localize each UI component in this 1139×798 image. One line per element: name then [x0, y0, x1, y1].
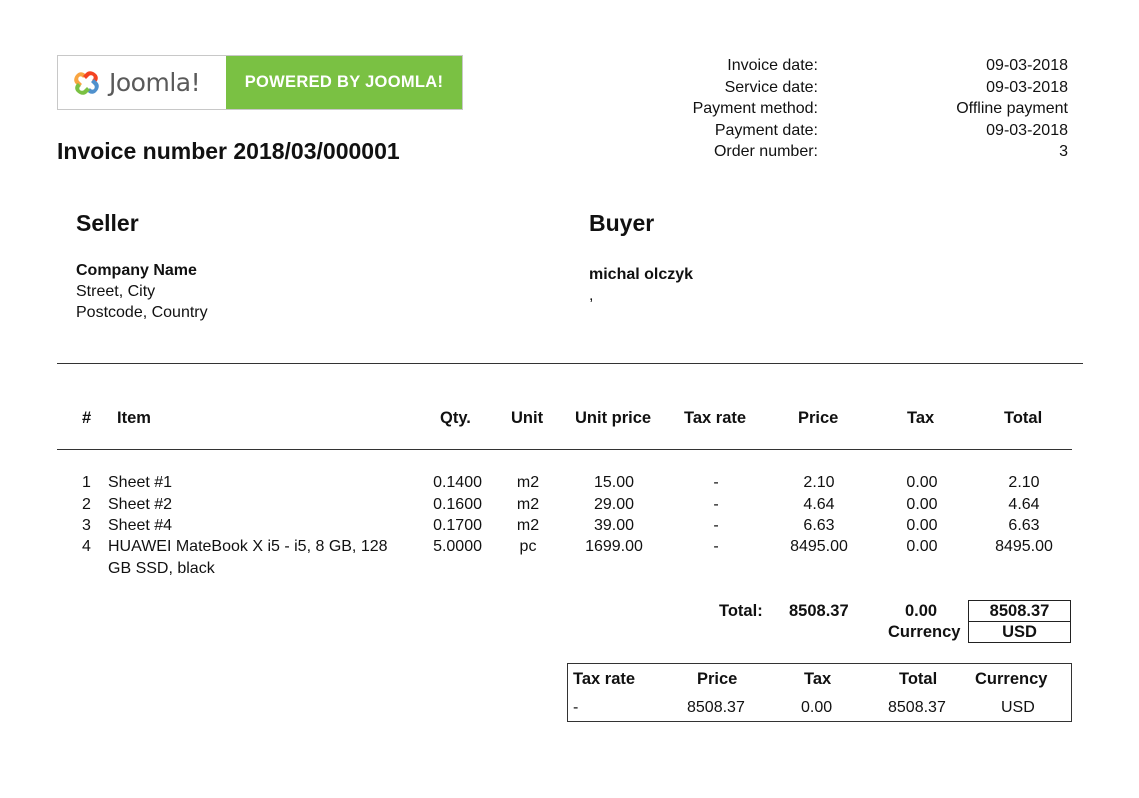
row-qty: 0.1700: [433, 517, 482, 534]
meta-row-order-number: Order number: 3: [640, 141, 1068, 163]
row-unit-price: 1699.00: [585, 538, 643, 555]
col-header-qty: Qty.: [440, 409, 471, 427]
summary-header-tax-rate: Tax rate: [573, 670, 636, 688]
totals-grand-total: 8508.37: [968, 600, 1071, 622]
row-item: Sheet #2: [108, 496, 173, 513]
buyer-address-line1: ,: [589, 287, 594, 304]
col-header-tax: Tax: [907, 409, 935, 427]
invoice-meta: Invoice date: 09-03-2018 Service date: 0…: [640, 55, 1068, 163]
row-price: 6.63: [803, 517, 835, 534]
meta-row-invoice-date: Invoice date: 09-03-2018: [640, 55, 1068, 77]
powered-by-banner: POWERED BY JOOMLA!: [226, 56, 462, 109]
row-tax-rate: -: [713, 517, 719, 534]
row-qty: 5.0000: [433, 538, 482, 555]
row-unit: m2: [516, 496, 540, 513]
buyer-name: michal olczyk: [589, 266, 694, 283]
row-num: 3: [82, 517, 91, 534]
seller-block: Seller Company Name Street, City Postcod…: [76, 210, 208, 323]
col-header-item: Item: [117, 409, 151, 427]
row-item: Sheet #4: [108, 517, 173, 534]
meta-value: 09-03-2018: [986, 121, 1068, 139]
col-header-tax-rate: Tax rate: [684, 409, 747, 427]
col-header-num: #: [82, 409, 92, 427]
joomla-logo-mark-area: Joomla!: [58, 56, 226, 109]
row-item: HUAWEI MateBook X i5 - i5, 8 GB, 128: [108, 538, 388, 555]
meta-value: 09-03-2018: [986, 78, 1068, 96]
currency-value: USD: [968, 621, 1071, 643]
meta-value: 3: [1059, 143, 1068, 160]
meta-label: Invoice date:: [727, 57, 818, 74]
summary-price: 8508.37: [687, 699, 745, 716]
row-price: 2.10: [803, 474, 835, 491]
row-total: 2.10: [1008, 474, 1040, 491]
currency-label: Currency: [888, 623, 961, 641]
tax-summary-table: Tax rate Price Tax Total Currency - 8508…: [567, 663, 1072, 722]
seller-heading: Seller: [76, 210, 139, 236]
col-header-unit-price: Unit price: [575, 409, 652, 427]
row-qty: 0.1400: [433, 474, 482, 491]
col-header-price: Price: [798, 409, 839, 427]
meta-row-payment-method: Payment method: Offline payment: [640, 98, 1068, 120]
summary-tax: 0.00: [801, 699, 833, 716]
summary-tax-rate: -: [573, 699, 579, 716]
row-unit: m2: [516, 474, 540, 491]
row-item: Sheet #1: [108, 474, 173, 491]
summary-currency: USD: [1001, 699, 1035, 716]
row-total: 8495.00: [995, 538, 1053, 555]
summary-header-total: Total: [899, 670, 938, 688]
row-tax-rate: -: [713, 474, 719, 491]
invoice-page: Joomla! POWERED BY JOOMLA! Invoice numbe…: [0, 0, 1139, 798]
seller-name: Company Name: [76, 262, 197, 279]
row-unit-price: 15.00: [593, 474, 635, 491]
row-price: 4.64: [803, 496, 835, 513]
row-tax: 0.00: [906, 496, 938, 513]
summary-header-currency: Currency: [975, 670, 1048, 688]
col-header-total: Total: [1004, 409, 1043, 427]
row-total: 4.64: [1008, 496, 1040, 513]
joomla-logo-icon: [74, 70, 99, 95]
row-tax: 0.00: [906, 517, 938, 534]
row-num: 2: [82, 496, 91, 513]
summary-header-tax: Tax: [804, 670, 832, 688]
row-qty: 0.1600: [433, 496, 482, 513]
row-unit-price: 29.00: [593, 496, 635, 513]
summary-header-price: Price: [697, 670, 738, 688]
row-unit: pc: [519, 538, 537, 555]
row-price: 8495.00: [790, 538, 848, 555]
totals-price: 8508.37: [789, 602, 849, 620]
meta-row-service-date: Service date: 09-03-2018: [640, 77, 1068, 99]
row-tax: 0.00: [906, 538, 938, 555]
row-tax-rate: -: [713, 496, 719, 513]
seller-address-line1: Street, City: [76, 283, 156, 300]
totals-tax: 0.00: [905, 602, 938, 620]
table-header-divider: [57, 449, 1072, 450]
buyer-block: Buyer michal olczyk ,: [589, 210, 693, 306]
row-tax-rate: -: [713, 538, 719, 555]
row-total: 6.63: [1008, 517, 1040, 534]
row-tax: 0.00: [906, 474, 938, 491]
invoice-title: Invoice number 2018/03/000001: [57, 138, 400, 164]
meta-label: Service date:: [724, 78, 818, 96]
totals-label: Total:: [719, 602, 763, 620]
meta-value: 09-03-2018: [986, 57, 1068, 74]
summary-total: 8508.37: [888, 699, 946, 716]
row-num: 4: [82, 538, 91, 555]
divider: [57, 363, 1083, 364]
meta-value: Offline payment: [956, 100, 1068, 117]
row-unit-price: 39.00: [593, 517, 635, 534]
buyer-heading: Buyer: [589, 210, 655, 236]
col-header-unit: Unit: [511, 409, 544, 427]
joomla-logo-word: Joomla!: [109, 68, 201, 97]
meta-label: Payment date:: [714, 121, 818, 139]
seller-address-line2: Postcode, Country: [76, 304, 208, 321]
meta-label: Payment method:: [692, 100, 818, 117]
meta-label: Order number:: [713, 143, 818, 160]
row-item-continued: GB SSD, black: [108, 560, 215, 577]
row-unit: m2: [516, 517, 540, 534]
joomla-logo: Joomla! POWERED BY JOOMLA!: [57, 55, 463, 110]
row-num: 1: [82, 474, 91, 491]
meta-row-payment-date: Payment date: 09-03-2018: [640, 120, 1068, 142]
